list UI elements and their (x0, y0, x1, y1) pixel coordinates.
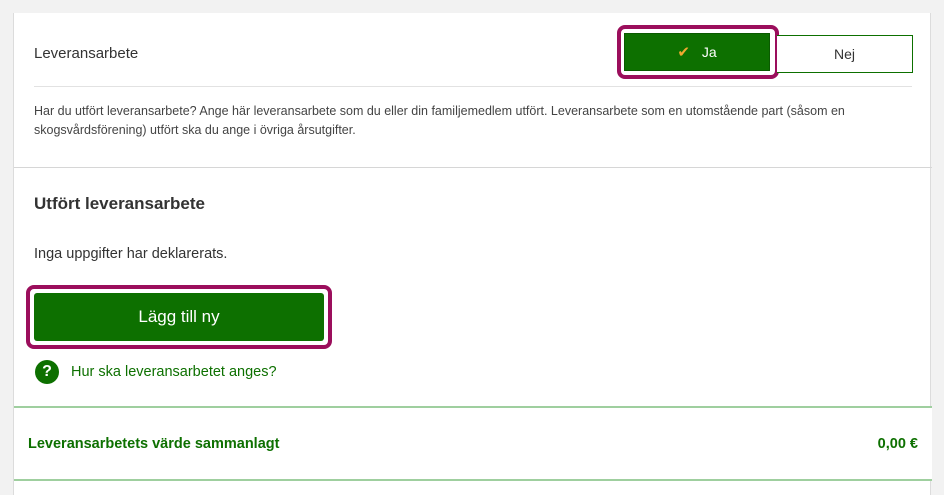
delivery-work-question-section: Leveransarbete ✔ Ja Nej Har du utfört le… (14, 13, 932, 168)
no-data-text: Inga uppgifter har deklarerats. (34, 246, 228, 262)
performed-work-title: Utfört leveransarbete (34, 194, 206, 213)
add-new-button[interactable]: Lägg till ny (34, 293, 324, 341)
add-new-button-label: Lägg till ny (138, 307, 220, 326)
summary-value: 0,00 € (877, 436, 918, 452)
delivery-work-label: Leveransarbete (34, 45, 139, 62)
yes-button[interactable]: ✔ Ja (624, 33, 770, 71)
yes-button-highlight: ✔ Ja (617, 25, 779, 79)
question-circle-icon: ? (35, 360, 59, 384)
no-button[interactable]: Nej (777, 35, 913, 73)
no-button-label: Nej (833, 46, 855, 62)
yes-button-label: Ja (701, 44, 717, 60)
help-link[interactable]: ? Hur ska leveransarbetet anges? (35, 360, 277, 384)
check-icon: ✔ (677, 44, 690, 61)
help-link-text[interactable]: Hur ska leveransarbetet anges? (71, 364, 277, 380)
delivery-work-card: Leveransarbete ✔ Ja Nej Har du utfört le… (13, 13, 932, 495)
add-button-highlight: Lägg till ny (26, 285, 332, 349)
summary-label: Leveransarbetets värde sammanlagt (28, 436, 280, 452)
delivery-work-help-text: Har du utfört leveransarbete? Ange här l… (34, 104, 845, 137)
divider (34, 86, 912, 87)
summary-row: Leveransarbetets värde sammanlagt 0,00 € (14, 406, 932, 481)
